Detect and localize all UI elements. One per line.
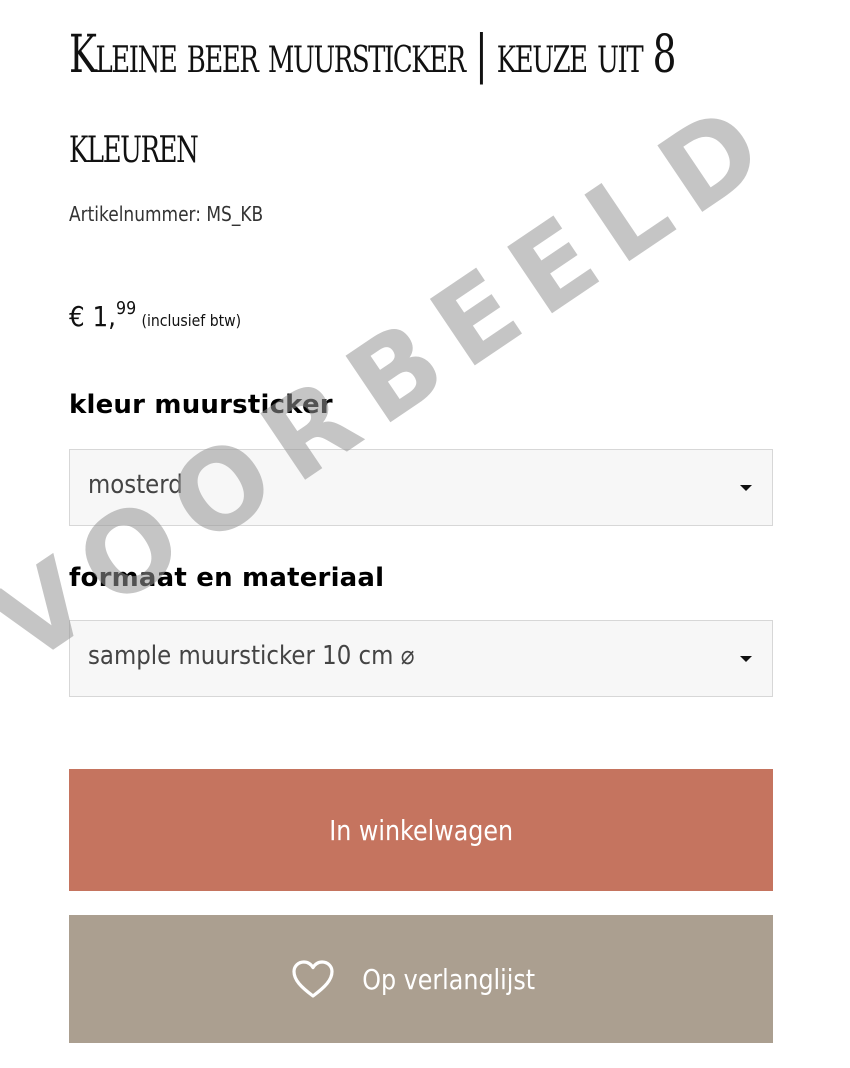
color-select[interactable]: mosterd	[69, 449, 773, 526]
chevron-down-icon	[740, 656, 752, 662]
format-option-label: formaat en materiaal	[69, 563, 385, 593]
heart-icon	[292, 960, 334, 998]
add-to-cart-button[interactable]: In winkelwagen	[69, 769, 773, 891]
add-to-wishlist-label: Op verlanglijst	[362, 962, 536, 996]
price-vat-note: (inclusief btw)	[141, 311, 242, 330]
format-select[interactable]: sample muursticker 10 cm ⌀	[69, 620, 773, 697]
price-main: € 1,	[69, 300, 117, 333]
add-to-wishlist-button[interactable]: Op verlanglijst	[69, 915, 773, 1043]
format-select-value: sample muursticker 10 cm ⌀	[88, 641, 415, 671]
product-price: € 1,99(inclusief btw)	[69, 298, 242, 333]
chevron-down-icon	[740, 485, 752, 491]
product-sku: Artikelnummer: MS_KB	[69, 202, 264, 226]
add-to-cart-label: In winkelwagen	[329, 813, 513, 847]
color-option-label: kleur muursticker	[69, 390, 333, 420]
price-cents: 99	[116, 298, 137, 319]
color-select-value: mosterd	[88, 470, 183, 500]
product-title: Kleine beer muursticker | keuze uit 8 kl…	[69, 25, 676, 175]
